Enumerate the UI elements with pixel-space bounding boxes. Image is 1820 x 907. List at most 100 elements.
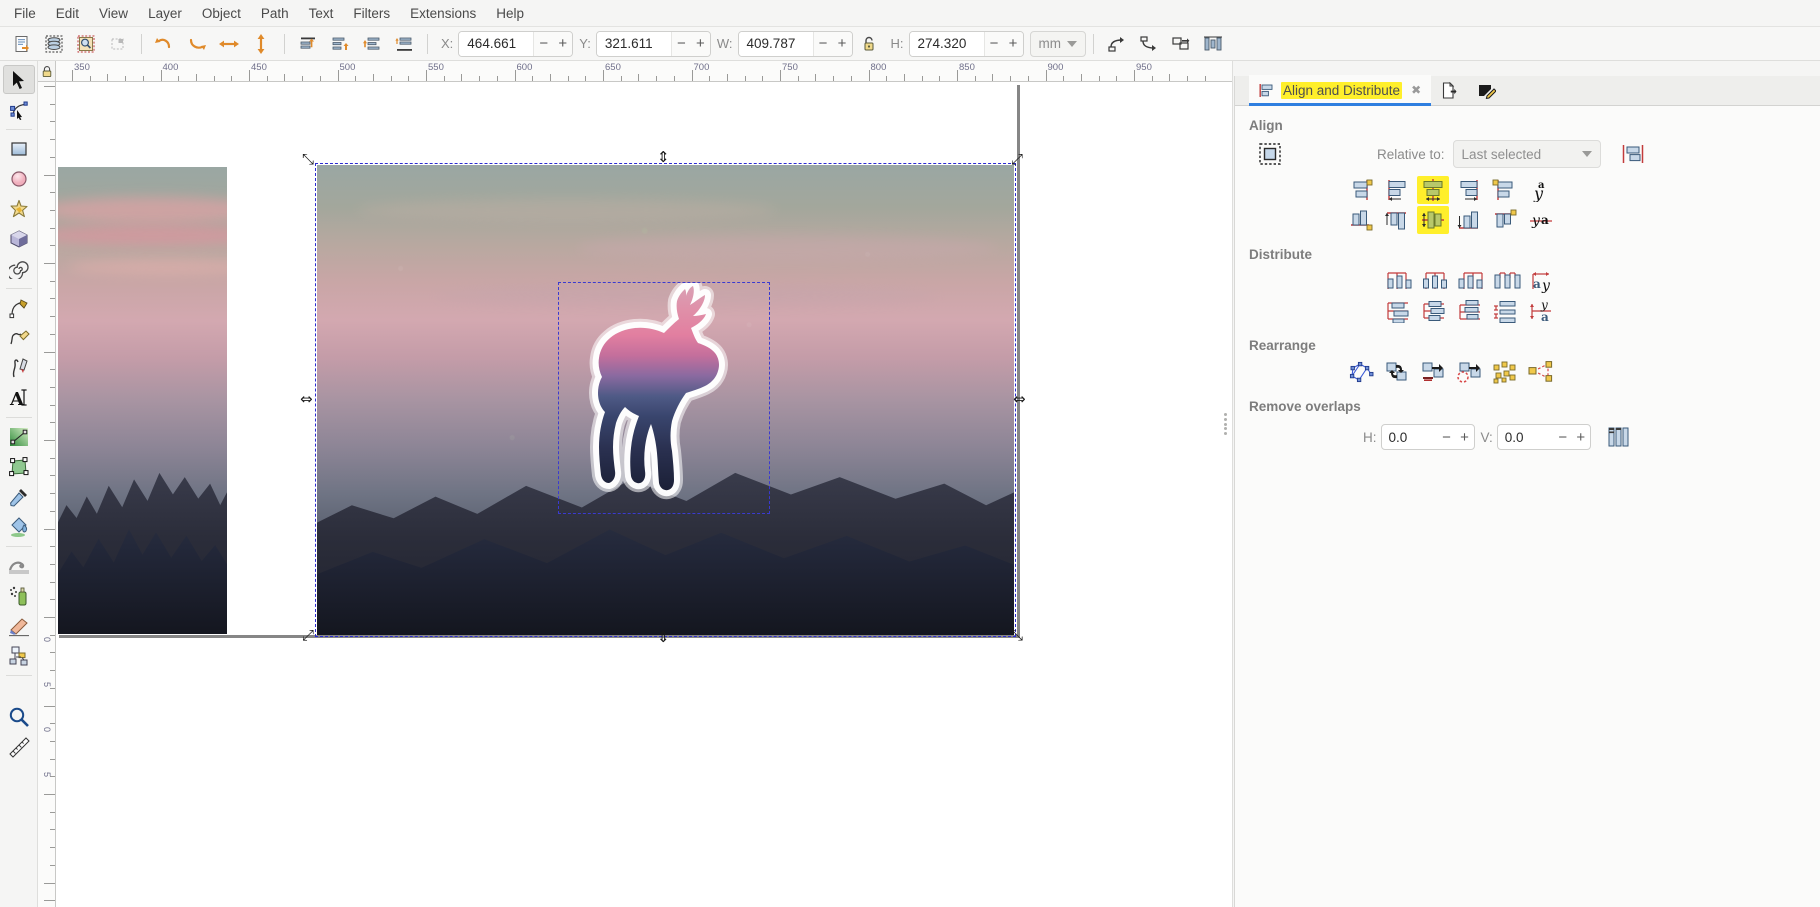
units-select[interactable]: mm bbox=[1030, 31, 1087, 57]
menu-view[interactable]: View bbox=[89, 2, 138, 25]
x-spinner[interactable]: 464.661 − + bbox=[458, 31, 573, 57]
group-icon[interactable] bbox=[1166, 30, 1196, 58]
align-top-edges[interactable] bbox=[1379, 205, 1415, 235]
w-increment[interactable]: + bbox=[833, 32, 852, 56]
overlap-v-decrement[interactable]: − bbox=[1554, 429, 1572, 446]
remove-overlaps-button[interactable] bbox=[1601, 422, 1637, 452]
overlap-h-stepper[interactable]: − + bbox=[1438, 425, 1474, 449]
flip-horizontal-icon[interactable] bbox=[214, 30, 244, 58]
pencil-tool[interactable] bbox=[3, 323, 35, 352]
text-baseline-horizontal[interactable]: y a bbox=[1523, 205, 1559, 235]
move-to-layer-above-icon[interactable] bbox=[1102, 30, 1132, 58]
treat-as-group-toggle[interactable] bbox=[1253, 139, 1287, 169]
overlap-h-decrement[interactable]: − bbox=[1438, 429, 1456, 446]
layers-icon[interactable] bbox=[39, 30, 69, 58]
lower-icon[interactable] bbox=[357, 30, 387, 58]
ruler-lock-icon[interactable] bbox=[38, 61, 56, 82]
rotate-cw-icon[interactable] bbox=[182, 30, 212, 58]
zoom-selection-icon[interactable] bbox=[103, 30, 133, 58]
node-tool[interactable] bbox=[3, 95, 35, 124]
overlap-v-increment[interactable]: + bbox=[1572, 429, 1590, 446]
star-tool[interactable] bbox=[3, 194, 35, 223]
menu-help[interactable]: Help bbox=[486, 2, 534, 25]
x-stepper[interactable]: − + bbox=[533, 32, 572, 56]
mesh-tool[interactable] bbox=[3, 452, 35, 481]
distribute-bottom-edges-equidistant[interactable] bbox=[1453, 296, 1489, 326]
calligraphy-tool[interactable] bbox=[3, 353, 35, 382]
overlap-v-input[interactable]: 0.0 bbox=[1498, 425, 1554, 449]
exchange-positions-stacking-order[interactable] bbox=[1379, 357, 1415, 387]
close-icon[interactable]: ✖ bbox=[1411, 83, 1421, 97]
tab-export[interactable] bbox=[1431, 75, 1468, 105]
make-vertical-gaps-equal[interactable] bbox=[1489, 296, 1525, 326]
exchange-positions-clockwise[interactable] bbox=[1415, 357, 1451, 387]
distribute-top-edges-equidistant[interactable] bbox=[1381, 296, 1417, 326]
raise-icon[interactable] bbox=[325, 30, 355, 58]
align-left-edges[interactable] bbox=[1379, 175, 1415, 205]
panel-resize-grip[interactable] bbox=[1224, 413, 1229, 435]
h-spinner[interactable]: 274.320 − + bbox=[909, 31, 1024, 57]
align-right-edges-to-left-anchor[interactable] bbox=[1343, 175, 1379, 205]
x-input[interactable]: 464.661 bbox=[459, 32, 533, 56]
text-tool[interactable]: A bbox=[3, 383, 35, 412]
gradient-tool[interactable] bbox=[3, 422, 35, 451]
exchange-positions-selection-order[interactable] bbox=[1343, 357, 1379, 387]
canvas[interactable]: ⤡ ⇕ ⤢ ⇔ ⇔ ⤢ ⇕ ⤡ bbox=[56, 82, 1232, 907]
menu-object[interactable]: Object bbox=[192, 2, 251, 25]
zoom-tool[interactable] bbox=[3, 702, 35, 731]
w-input[interactable]: 409.787 bbox=[739, 32, 813, 56]
overlap-v-spinner[interactable]: 0.0 − + bbox=[1497, 424, 1591, 450]
document-properties-icon[interactable] bbox=[7, 30, 37, 58]
y-spinner[interactable]: 321.611 − + bbox=[596, 31, 711, 57]
selector-tool[interactable] bbox=[3, 65, 35, 94]
relative-to-select[interactable]: Last selected bbox=[1453, 140, 1601, 168]
nicely-arrange-connector-network[interactable] bbox=[1523, 357, 1559, 387]
bezier-tool[interactable] bbox=[3, 293, 35, 322]
align-bottom-edges-to-top-anchor[interactable] bbox=[1343, 205, 1379, 235]
ellipse-tool[interactable] bbox=[3, 164, 35, 193]
h-stepper[interactable]: − + bbox=[984, 32, 1023, 56]
menu-edit[interactable]: Edit bbox=[46, 2, 89, 25]
align-top-edges-to-bottom-anchor[interactable] bbox=[1487, 205, 1523, 235]
y-decrement[interactable]: − bbox=[672, 32, 691, 56]
left-photo-strip[interactable] bbox=[58, 167, 227, 634]
unclump-objects[interactable] bbox=[1487, 357, 1523, 387]
center-on-horizontal-axis[interactable] bbox=[1415, 205, 1451, 235]
menu-extensions[interactable]: Extensions bbox=[400, 2, 486, 25]
x-increment[interactable]: + bbox=[553, 32, 572, 56]
paint-bucket-tool[interactable] bbox=[3, 512, 35, 541]
raise-to-top-icon[interactable] bbox=[293, 30, 323, 58]
distribute-text-anchors-horizontally[interactable]: a y bbox=[1525, 266, 1561, 296]
randomize-positions[interactable] bbox=[1451, 357, 1487, 387]
eraser-tool[interactable] bbox=[3, 611, 35, 640]
y-increment[interactable]: + bbox=[691, 32, 710, 56]
tab-align-and-distribute[interactable]: Align and Distribute ✖ bbox=[1249, 75, 1431, 105]
vertical-ruler[interactable]: 0505 bbox=[38, 82, 56, 907]
horizontal-ruler[interactable]: 350400450500550600650700750800850900950 bbox=[38, 61, 1232, 82]
w-decrement[interactable]: − bbox=[814, 32, 833, 56]
menu-path[interactable]: Path bbox=[251, 2, 299, 25]
menu-filters[interactable]: Filters bbox=[343, 2, 400, 25]
spray-tool[interactable] bbox=[3, 581, 35, 610]
measure-tool[interactable] bbox=[3, 732, 35, 761]
menu-file[interactable]: File bbox=[4, 2, 46, 25]
w-stepper[interactable]: − + bbox=[813, 32, 852, 56]
make-horizontal-gaps-equal[interactable] bbox=[1489, 266, 1525, 296]
h-increment[interactable]: + bbox=[1004, 32, 1023, 56]
align-bottom-edges[interactable] bbox=[1451, 205, 1487, 235]
connector-tool[interactable] bbox=[3, 641, 35, 670]
h-input[interactable]: 274.320 bbox=[910, 32, 984, 56]
lower-to-bottom-icon[interactable] bbox=[389, 30, 419, 58]
dropper-tool[interactable] bbox=[3, 482, 35, 511]
move-to-layer-below-icon[interactable] bbox=[1134, 30, 1164, 58]
distribute-centers-horizontally[interactable] bbox=[1417, 266, 1453, 296]
overlap-h-input[interactable]: 0.0 bbox=[1382, 425, 1438, 449]
overlap-h-increment[interactable]: + bbox=[1456, 429, 1474, 446]
align-right-edges[interactable] bbox=[1451, 175, 1487, 205]
lock-aspect-ratio-icon[interactable] bbox=[856, 31, 882, 57]
x-decrement[interactable]: − bbox=[534, 32, 553, 56]
deer-sticker-object[interactable] bbox=[562, 283, 768, 512]
distribute-right-edges-equidistant[interactable] bbox=[1453, 266, 1489, 296]
distribute-left-edges-equidistant[interactable] bbox=[1381, 266, 1417, 296]
center-on-vertical-axis[interactable] bbox=[1415, 175, 1451, 205]
